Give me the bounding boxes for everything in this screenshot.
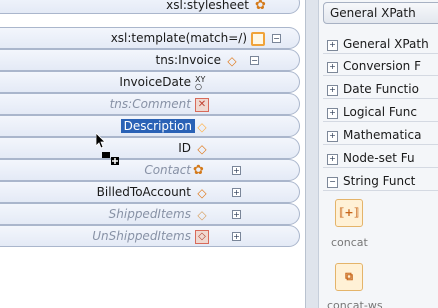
category-label: String Funct [343, 174, 416, 188]
category-label: Date Functio [343, 82, 419, 96]
concat-ws-function-label[interactable]: concat-ws [327, 299, 383, 308]
comment-label: tns:Comment [109, 97, 191, 111]
expand-icon: + [327, 40, 338, 51]
category-mathematical[interactable]: + Mathematica [323, 125, 438, 145]
conditional-icon: ◇ [195, 230, 209, 244]
tree-row-stylesheet[interactable]: xsl:stylesheet ✿ [0, 0, 300, 14]
expand-icon[interactable]: + [232, 232, 241, 241]
expand-icon[interactable]: + [232, 188, 241, 197]
category-node-set[interactable]: + Node-set Fu [323, 148, 438, 168]
expand-icon: + [327, 154, 338, 165]
contact-label: Contact [144, 163, 191, 177]
expand-icon: + [327, 62, 338, 73]
category-date[interactable]: + Date Functio [323, 79, 438, 99]
category-logical[interactable]: + Logical Func [323, 102, 438, 122]
invoice-date-label: InvoiceDate [119, 75, 191, 89]
palette-dropdown[interactable]: General XPath [323, 2, 438, 24]
component-palette: General XPath + General XPath + Conversion… [319, 0, 438, 308]
tree-row-billed-to-account[interactable]: BilledToAccount ◇ + [0, 181, 300, 203]
tree-row-contact[interactable]: Contact ✿ + [0, 159, 300, 181]
drop-insert-icon [102, 152, 120, 166]
expand-icon: + [327, 108, 338, 119]
category-label: Mathematica [343, 128, 422, 142]
element-icon: ◇ [197, 208, 207, 222]
for-each-icon: ✿ [193, 163, 204, 178]
element-icon: ◇ [197, 142, 207, 156]
xsl-tree-panel: xsl:stylesheet ✿ xsl:template(match=/) −… [0, 0, 305, 308]
concat-function-icon[interactable]: ⟦+⟧ [335, 199, 363, 227]
tree-row-comment[interactable]: tns:Comment ✕ [0, 93, 300, 115]
category-label: Logical Func [343, 105, 417, 119]
tree-row-invoice-date[interactable]: InvoiceDate XY ○ [0, 71, 300, 93]
shipped-items-label: ShippedItems [108, 207, 191, 221]
element-icon: ◇ [197, 186, 207, 200]
description-label: Description [120, 119, 195, 133]
stylesheet-icon: ✿ [255, 0, 266, 13]
id-label: ID [178, 141, 191, 155]
panel-splitter[interactable] [305, 0, 319, 308]
xpath-value-icon: XY ○ [195, 75, 206, 91]
category-conversion[interactable]: + Conversion F [323, 56, 438, 76]
tree-row-template[interactable]: xsl:template(match=/) − [0, 27, 300, 49]
template-icon [251, 32, 265, 46]
element-icon: ◇ [197, 120, 207, 134]
stylesheet-label: xsl:stylesheet [166, 0, 249, 12]
expand-icon[interactable]: + [232, 210, 241, 219]
conditional-icon: ✕ [195, 98, 209, 112]
element-icon: ◇ [227, 54, 237, 68]
expand-icon[interactable]: + [232, 166, 241, 175]
palette-dropdown-label: General XPath [330, 6, 416, 20]
unshipped-items-label: UnShippedItems [92, 229, 191, 243]
tree-row-shipped-items[interactable]: ShippedItems ◇ + [0, 203, 300, 225]
category-label: Conversion F [343, 59, 421, 73]
tree-row-description[interactable]: Description ◇ [0, 115, 300, 137]
expand-icon: + [327, 85, 338, 96]
tree-row-invoice[interactable]: tns:Invoice ◇ − [0, 49, 300, 71]
category-label: Node-set Fu [343, 151, 415, 165]
collapse-icon[interactable]: − [272, 34, 281, 43]
tree-row-unshipped-items[interactable]: UnShippedItems ◇ + [0, 225, 300, 247]
category-string[interactable]: − String Funct [323, 171, 438, 191]
collapse-icon: − [327, 177, 338, 188]
expand-icon: + [327, 131, 338, 142]
billed-to-account-label: BilledToAccount [96, 185, 191, 199]
collapse-icon[interactable]: − [250, 56, 259, 65]
concat-ws-function-icon[interactable]: ⧉ [335, 263, 363, 291]
drag-cursor-icon [95, 132, 106, 149]
invoice-label: tns:Invoice [155, 53, 221, 67]
tree-row-id[interactable]: ID ◇ [0, 137, 300, 159]
category-general-xpath[interactable]: + General XPath [323, 34, 438, 54]
concat-function-label[interactable]: concat [331, 236, 368, 249]
category-label: General XPath [343, 37, 429, 51]
template-label: xsl:template(match=/) [110, 31, 247, 45]
